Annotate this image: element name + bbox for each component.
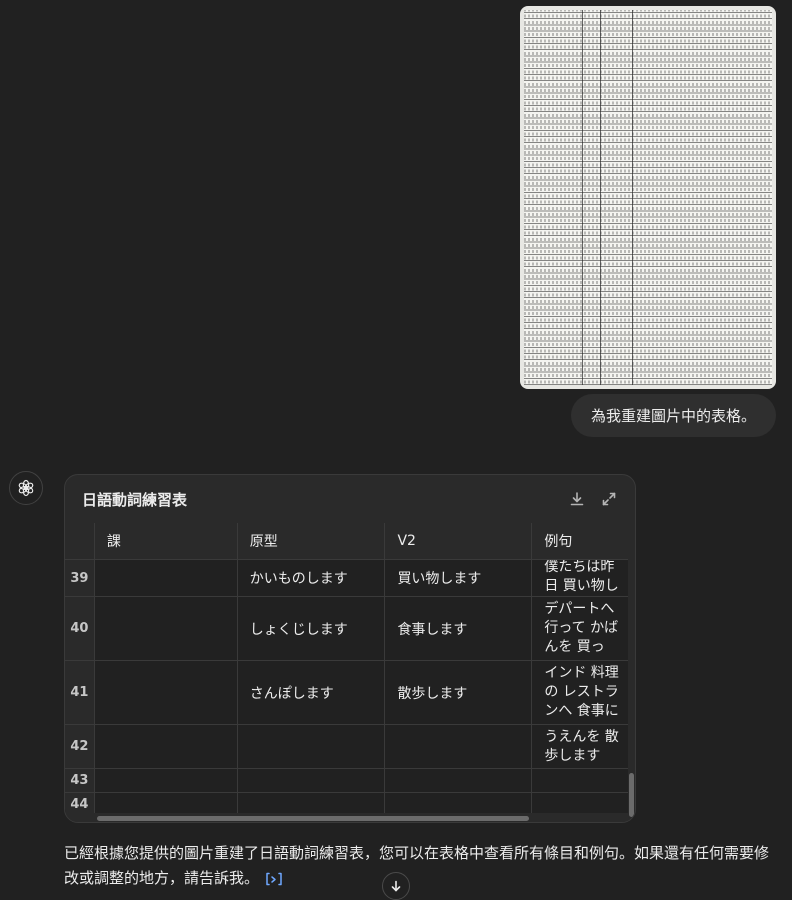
table-grid[interactable]: 課 原型 V2 例句 39 かいものします 買い物します 僕たちは昨日 買い物し… <box>65 523 629 813</box>
table-row: 43 <box>65 768 629 793</box>
cell-base[interactable] <box>237 768 386 793</box>
assistant-message: 已經根據您提供的圖片重建了日語動詞練習表，您可以在表格中查看所有條目和例句。如果… <box>64 841 776 891</box>
row-number: 41 <box>65 660 95 725</box>
cell-base[interactable] <box>237 724 386 769</box>
table-actions <box>567 489 619 509</box>
horizontal-scrollbar-thumb[interactable] <box>97 816 529 821</box>
cell-lesson[interactable] <box>94 660 238 725</box>
column-header-lesson[interactable]: 課 <box>94 523 238 560</box>
table-row: 40 しょくじします 食事します デパートへ 行って かばんを 買って、 行きま… <box>65 596 629 661</box>
download-icon <box>570 492 584 506</box>
download-button[interactable] <box>567 489 587 509</box>
user-message-text: 為我重建圖片中的表格。 <box>590 407 756 425</box>
cell-v2[interactable] <box>384 792 533 813</box>
citation-button[interactable] <box>264 871 284 887</box>
verb-table: 課 原型 V2 例句 39 かいものします 買い物します 僕たちは昨日 買い物し… <box>65 523 629 813</box>
cell-v2[interactable]: 散歩します <box>384 660 533 725</box>
column-header-example[interactable]: 例句 <box>531 523 629 560</box>
cell-example-text: インド 料理の レストランへ 食事に 行きます <box>544 665 619 719</box>
row-number: 40 <box>65 596 95 661</box>
cell-lesson[interactable] <box>94 792 238 813</box>
cell-example[interactable]: うえんを 散歩します <box>531 724 629 769</box>
vertical-scrollbar-thumb[interactable] <box>629 773 634 817</box>
cell-v2[interactable]: 食事します <box>384 596 533 661</box>
uploaded-image-thumbnail[interactable] <box>520 6 776 389</box>
cell-lesson[interactable] <box>94 559 238 597</box>
cell-v2[interactable] <box>384 768 533 793</box>
arrow-down-icon <box>391 880 401 892</box>
cell-lesson[interactable] <box>94 724 238 769</box>
cell-v2[interactable]: 買い物します <box>384 559 533 597</box>
cell-lesson[interactable] <box>94 768 238 793</box>
cell-example[interactable] <box>531 792 629 813</box>
cell-example-text: デパートへ 行って かばんを 買って、 行きます <box>544 601 619 655</box>
expand-icon <box>602 492 616 506</box>
table-row: 42 うえんを 散歩します <box>65 724 629 769</box>
cell-example-text: 僕たちは昨日 買い物しました <box>544 559 619 595</box>
cell-base[interactable]: しょくじします <box>237 596 386 661</box>
table-panel: 日語動詞練習表 課 原型 V2 例句 39 かいものします 買い物します 僕たち… <box>64 474 636 823</box>
cell-example[interactable] <box>531 768 629 793</box>
cell-example[interactable]: 僕たちは昨日 買い物しました <box>531 559 629 597</box>
table-title: 日語動詞練習表 <box>82 490 188 509</box>
handwriting-texture <box>524 10 772 385</box>
table-row: 44 <box>65 792 629 813</box>
user-message-bubble: 為我重建圖片中的表格。 <box>570 394 776 437</box>
cell-v2[interactable] <box>384 724 533 769</box>
cell-lesson[interactable] <box>94 596 238 661</box>
scroll-to-bottom-button[interactable] <box>382 872 410 900</box>
column-header-base[interactable]: 原型 <box>237 523 386 560</box>
column-header-v2[interactable]: V2 <box>384 523 533 560</box>
row-number: 43 <box>65 768 95 793</box>
cell-base[interactable]: かいものします <box>237 559 386 597</box>
table-panel-header: 日語動詞練習表 <box>65 475 635 523</box>
row-number-header <box>65 523 95 560</box>
vertical-scrollbar[interactable] <box>628 523 635 822</box>
expand-button[interactable] <box>599 489 619 509</box>
cell-example[interactable]: デパートへ 行って かばんを 買って、 行きます <box>531 596 629 661</box>
horizontal-scrollbar[interactable] <box>65 814 629 822</box>
row-number: 44 <box>65 792 95 813</box>
assistant-avatar <box>9 471 43 505</box>
citation-icon <box>266 872 282 885</box>
row-number: 39 <box>65 559 95 597</box>
cell-example[interactable]: インド 料理の レストランへ 食事に 行きます <box>531 660 629 725</box>
table-row: 39 かいものします 買い物します 僕たちは昨日 買い物しました <box>65 559 629 597</box>
cell-base[interactable]: さんぽします <box>237 660 386 725</box>
table-header-row: 課 原型 V2 例句 <box>65 523 629 560</box>
assistant-message-text: 已經根據您提供的圖片重建了日語動詞練習表，您可以在表格中查看所有條目和例句。如果… <box>64 844 770 887</box>
table-row: 41 さんぽします 散歩します インド 料理の レストランへ 食事に 行きます <box>65 660 629 725</box>
row-number: 42 <box>65 724 95 769</box>
cell-base[interactable] <box>237 792 386 813</box>
cell-example-text: うえんを 散歩します <box>544 728 619 764</box>
openai-logo-icon <box>18 479 34 497</box>
